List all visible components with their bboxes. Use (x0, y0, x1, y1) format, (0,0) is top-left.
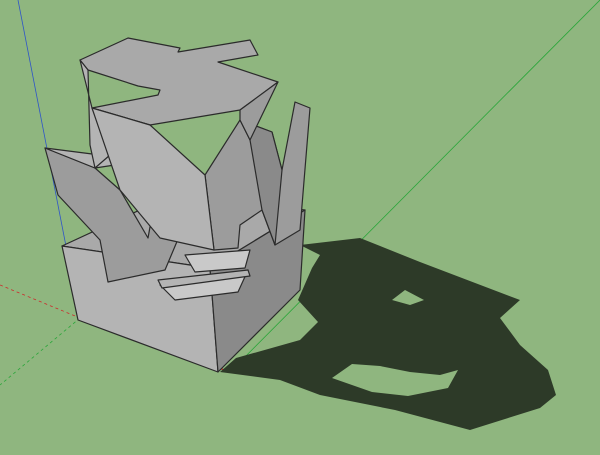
3d-viewport[interactable] (0, 0, 600, 455)
viewport-canvas[interactable] (0, 0, 600, 455)
